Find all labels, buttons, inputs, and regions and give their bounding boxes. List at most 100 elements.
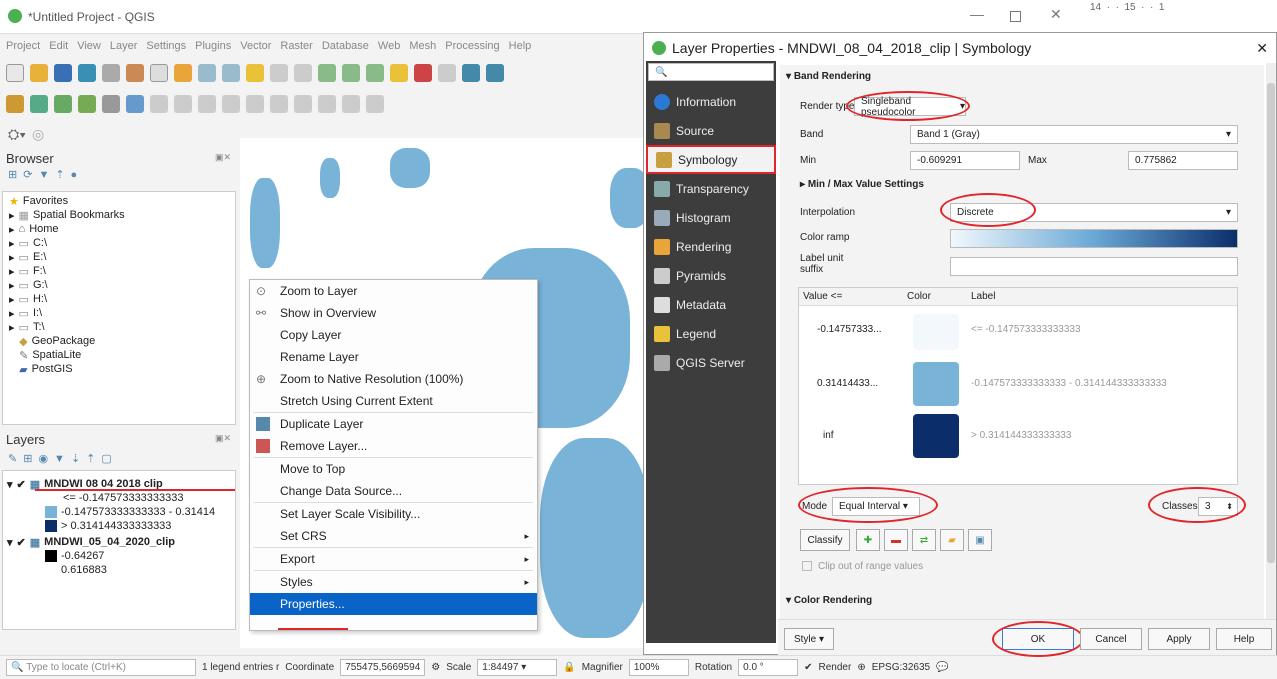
menu-web[interactable]: Web <box>378 40 400 52</box>
style-menu-button[interactable]: Style ▾ <box>784 628 834 650</box>
menu-mesh[interactable]: Mesh <box>409 40 436 52</box>
minimize-button[interactable]: — <box>970 6 984 22</box>
layer-row-mndwi-2020[interactable]: ▾ ✔ ▦ MNDWI_05_04_2020_clip <box>7 535 215 549</box>
col-label[interactable]: Label <box>971 291 995 302</box>
menu-vector[interactable]: Vector <box>240 40 271 52</box>
nav-histogram[interactable]: Histogram <box>646 203 776 232</box>
messages-icon[interactable]: 💬 <box>936 662 948 673</box>
delete-icon[interactable] <box>150 95 168 113</box>
expand-all-icon[interactable]: ⇣ <box>71 452 80 465</box>
browser-item-geopackage[interactable]: ◆ GeoPackage <box>9 334 125 348</box>
current-edits-icon[interactable] <box>6 95 24 113</box>
scale-field[interactable]: 1:84497 ▾ <box>477 659 558 676</box>
browser-item-i[interactable]: ▸ ▭ I:\ <box>9 306 125 320</box>
browser-item-postgis[interactable]: ▰ PostGIS <box>9 362 125 376</box>
browser-item-home[interactable]: ▸ ⌂ Home <box>9 222 125 236</box>
menu-plugins[interactable]: Plugins <box>195 40 231 52</box>
nav-rendering[interactable]: Rendering <box>646 232 776 261</box>
menu-duplicate-layer[interactable]: Duplicate Layer <box>250 413 537 435</box>
layers-panel-controls[interactable]: ▣✕ <box>215 433 231 444</box>
save-as-icon[interactable] <box>78 64 96 82</box>
filter-legend-icon[interactable]: ▼ <box>54 453 65 465</box>
manage-themes-icon[interactable]: ◉ <box>38 452 48 465</box>
nav-pyramids[interactable]: Pyramids <box>646 261 776 290</box>
cut-icon[interactable] <box>174 95 192 113</box>
class-color-swatch[interactable] <box>913 414 959 458</box>
menu-zoom-native[interactable]: ⊕ Zoom to Native Resolution (100%) <box>250 368 537 390</box>
menu-move-to-top[interactable]: Move to Top <box>250 458 537 480</box>
nav-transparency[interactable]: Transparency <box>646 174 776 203</box>
field-calculator-icon[interactable] <box>318 95 336 113</box>
clip-checkbox[interactable] <box>802 561 812 572</box>
zoom-full-icon[interactable] <box>246 64 264 82</box>
add-class-button[interactable]: ✚ <box>856 529 880 551</box>
menu-rename-layer[interactable]: Rename Layer <box>250 346 537 368</box>
max-input[interactable]: 0.775862 <box>1128 151 1238 170</box>
col-color[interactable]: Color <box>907 291 931 302</box>
menu-processing[interactable]: Processing <box>445 40 499 52</box>
color-ramp-select[interactable] <box>950 229 1238 248</box>
undo-icon[interactable] <box>246 95 264 113</box>
print-layout-icon[interactable] <box>102 64 120 82</box>
new-bookmark-icon[interactable] <box>414 64 432 82</box>
help-button[interactable]: Help <box>1216 628 1272 650</box>
class-color-swatch[interactable] <box>913 314 959 350</box>
pan-icon[interactable] <box>150 64 168 82</box>
new-project-icon[interactable] <box>6 64 24 82</box>
browser-item-h[interactable]: ▸ ▭ H:\ <box>9 292 125 306</box>
open-folder-icon[interactable] <box>30 64 48 82</box>
add-feature-icon[interactable] <box>78 95 96 113</box>
refresh-icon[interactable] <box>462 64 480 82</box>
apply-button[interactable]: Apply <box>1148 628 1210 650</box>
nav-symbology[interactable]: Symbology <box>646 145 776 174</box>
render-checkbox[interactable]: ✔ <box>804 662 812 673</box>
toggle-editing-icon[interactable] <box>30 95 48 113</box>
minmax-settings-header[interactable]: ▸ Min / Max Value Settings <box>800 179 924 190</box>
magnifier-field[interactable]: 100% <box>628 659 689 676</box>
browser-panel-controls[interactable]: ▣✕ <box>215 152 231 163</box>
remove-class-button[interactable]: ▬ <box>884 529 908 551</box>
refresh-browser-icon[interactable]: ⟳ <box>23 168 32 181</box>
menu-styles[interactable]: Styles ▸ <box>250 571 537 593</box>
menu-raster[interactable]: Raster <box>280 40 312 52</box>
locator-input[interactable]: 🔍 Type to locate (Ctrl+K) <box>6 659 196 676</box>
label-unit-input[interactable] <box>950 257 1238 276</box>
menu-export[interactable]: Export ▸ <box>250 548 537 570</box>
filter-browser-icon[interactable]: ▼ <box>38 169 49 181</box>
label-icon[interactable] <box>366 95 384 113</box>
menu-layer[interactable]: Layer <box>110 40 138 52</box>
classify-button[interactable]: Classify <box>800 529 850 551</box>
class-color-swatch[interactable] <box>913 362 959 406</box>
zoom-layer-icon[interactable] <box>294 64 312 82</box>
zoom-selection-icon[interactable] <box>270 64 288 82</box>
rotation-field[interactable]: 0.0 ° <box>738 659 799 676</box>
zoom-in-icon[interactable] <box>198 64 216 82</box>
menu-remove-layer[interactable]: Remove Layer... <box>250 435 537 457</box>
zoom-native-icon[interactable] <box>318 64 336 82</box>
coordinate-field[interactable]: 755475,5669594 <box>340 659 426 676</box>
class-row[interactable]: 0.31414433... -0.147573333333333 - 0.314… <box>799 362 1237 406</box>
nav-legend[interactable]: Legend <box>646 319 776 348</box>
menu-database[interactable]: Database <box>322 40 369 52</box>
crs-button[interactable]: EPSG:32635 <box>872 662 930 673</box>
zoom-next-icon[interactable] <box>366 64 384 82</box>
export-colormap-button[interactable]: ▣ <box>968 529 992 551</box>
extents-toggle-icon[interactable]: ⚙ <box>431 662 440 673</box>
min-input[interactable]: -0.609291 <box>910 151 1020 170</box>
browser-item-t[interactable]: ▸ ▭ T:\ <box>9 320 125 334</box>
class-row[interactable]: inf > 0.314144333333333 <box>799 414 1237 458</box>
menu-project[interactable]: Project <box>6 40 40 52</box>
attribute-table-icon[interactable] <box>294 95 312 113</box>
browser-item-f[interactable]: ▸ ▭ F:\ <box>9 264 125 278</box>
nav-metadata[interactable]: Metadata <box>646 290 776 319</box>
properties-toggle-icon[interactable]: ● <box>71 169 78 181</box>
collapse-all-icon[interactable]: ⇡ <box>55 168 64 181</box>
col-value[interactable]: Value <= <box>803 291 842 302</box>
python-console-icon[interactable]: ⛭▾ <box>8 126 26 143</box>
nav-information[interactable]: Information <box>646 87 776 116</box>
cancel-button[interactable]: Cancel <box>1080 628 1142 650</box>
add-group-icon[interactable]: ⊞ <box>23 452 32 465</box>
menu-properties[interactable]: Properties... <box>250 593 537 615</box>
panel-scrollbar[interactable] <box>1266 63 1276 619</box>
browser-item-bookmarks[interactable]: ▸ ▦ Spatial Bookmarks <box>9 208 125 222</box>
